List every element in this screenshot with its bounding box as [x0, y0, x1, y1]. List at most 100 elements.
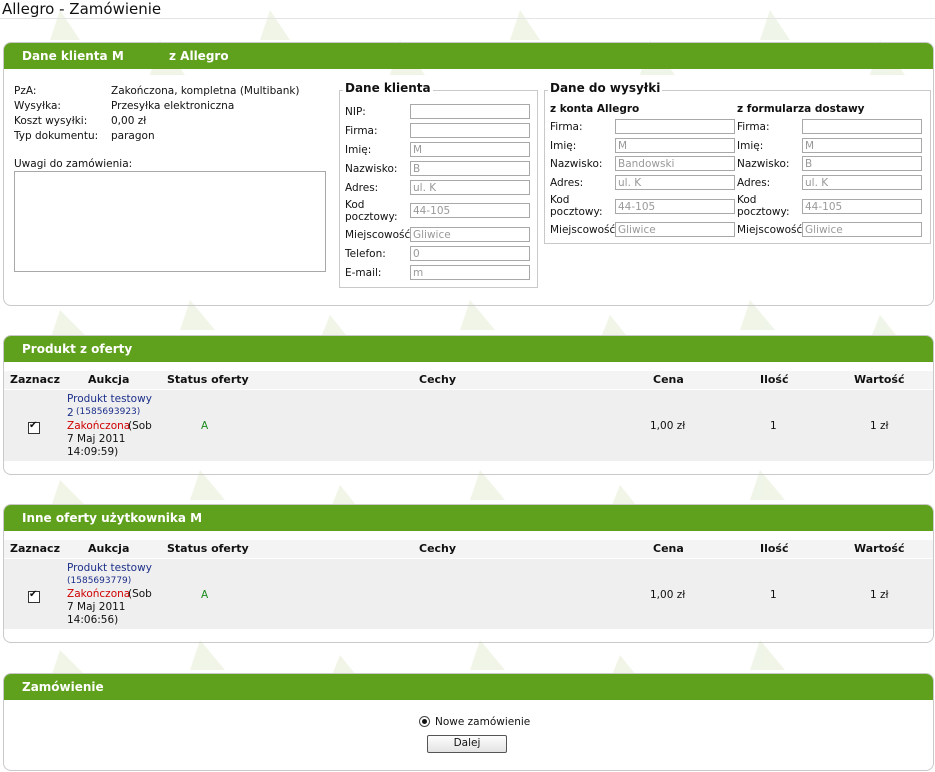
- ship2-address-input[interactable]: ul. K: [802, 175, 922, 190]
- client-label-city: Miejscowość:: [345, 229, 414, 241]
- shipping-col1-title: z konta Allegro: [550, 103, 640, 115]
- col-header-features: Cechy: [419, 542, 457, 555]
- offer-price: 1,00 zł: [650, 420, 686, 432]
- client-label-postal-1: Kod: [345, 199, 365, 211]
- col-header-value: Wartość: [854, 373, 905, 386]
- col-header-auction: Aukcja: [88, 542, 130, 555]
- client-company-input[interactable]: [410, 123, 530, 138]
- page-title: Allegro - Zamówienie: [2, 0, 162, 18]
- ship1-first-name-input[interactable]: M: [615, 138, 735, 153]
- client-panel-header: Dane klienta M z Allegro: [4, 43, 933, 69]
- new-order-radio[interactable]: [419, 716, 430, 727]
- client-data-legend: Dane klienta: [343, 81, 433, 95]
- ship1-label-postal-2: pocztowy:: [550, 206, 603, 218]
- client-label-address: Adres:: [345, 182, 379, 194]
- offer-date-3: 14:09:59): [67, 446, 119, 458]
- client-header-source: z Allegro: [169, 49, 229, 63]
- shipping-legend: Dane do wysyłki: [548, 81, 663, 95]
- ship1-address-input[interactable]: ul. K: [615, 175, 735, 190]
- other-product-link[interactable]: Produkt testowy: [67, 562, 152, 574]
- client-label-postal-2: pocztowy:: [345, 211, 398, 223]
- client-phone-input[interactable]: 0: [410, 246, 530, 261]
- ship2-label-postal-1: Kod: [737, 194, 757, 206]
- ship2-label-company: Firma:: [737, 121, 770, 133]
- other-date-3: 14:06:56): [67, 614, 119, 626]
- client-nip-input[interactable]: [410, 104, 530, 119]
- client-label-nip: NIP:: [345, 106, 366, 118]
- ship2-company-input[interactable]: [802, 119, 922, 134]
- info-value-pza: Zakończona, kompletna (Multibank): [111, 85, 300, 97]
- ship1-city-input[interactable]: Gliwice: [615, 222, 735, 237]
- title-divider: [0, 18, 935, 19]
- ship1-company-input[interactable]: [615, 119, 735, 134]
- ship1-label-last-name: Nazwisko:: [550, 158, 603, 170]
- order-panel: Zamówienie Nowe zamówienie Dalej: [3, 673, 934, 771]
- offer-table-header-row: [4, 371, 933, 389]
- offer-product-link-2[interactable]: 2: [67, 407, 74, 419]
- ship2-label-city: Miejscowość:: [737, 224, 806, 236]
- client-header-name: Dane klienta M: [22, 49, 124, 63]
- info-label-shipping: Wysyłka:: [14, 100, 61, 112]
- other-qty: 1: [770, 589, 777, 601]
- other-date-2: 7 Maj 2011: [67, 601, 126, 613]
- ship1-label-first-name: Imię:: [550, 140, 577, 152]
- offer-panel: Produkt z oferty Zaznacz Aukcja Status o…: [3, 335, 934, 475]
- client-first-name-input[interactable]: M: [410, 142, 530, 157]
- client-address-input[interactable]: ul. K: [410, 180, 530, 195]
- offer-row-checkbox[interactable]: [28, 420, 40, 434]
- client-label-first-name: Imię:: [345, 144, 372, 156]
- shipping-col2-title: z formularza dostawy: [737, 103, 865, 115]
- new-order-label: Nowe zamówienie: [435, 716, 531, 728]
- ship1-postal-input[interactable]: 44-105: [615, 199, 735, 214]
- client-label-email: E-mail:: [345, 267, 382, 279]
- col-header-price: Cena: [653, 373, 684, 386]
- offer-qty: 1: [770, 420, 777, 432]
- other-status-value: A: [201, 589, 209, 601]
- client-postal-input[interactable]: 44-105: [410, 203, 530, 218]
- info-value-shipping-cost: 0,00 zł: [111, 115, 147, 127]
- ship2-city-input[interactable]: Gliwice: [802, 222, 922, 237]
- other-row-checkbox[interactable]: [28, 589, 40, 603]
- ship1-label-address: Adres:: [550, 177, 584, 189]
- next-button[interactable]: Dalej: [427, 735, 507, 753]
- offer-auction-id[interactable]: (1585693923): [76, 407, 140, 417]
- col-header-value: Wartość: [854, 542, 905, 555]
- other-offers-panel-header: Inne oferty użytkownika M: [4, 505, 933, 531]
- other-date-1: (Sob: [128, 588, 152, 600]
- ship2-last-name-input[interactable]: B: [802, 156, 922, 171]
- offer-panel-header: Produkt z oferty: [4, 336, 933, 362]
- offer-value: 1 zł: [870, 420, 889, 432]
- info-label-shipping-cost: Koszt wysyłki:: [14, 115, 88, 127]
- col-header-status: Status oferty: [167, 542, 249, 555]
- ship1-label-city: Miejscowość:: [550, 224, 619, 236]
- client-label-company: Firma:: [345, 125, 378, 137]
- offer-status-value: A: [201, 420, 209, 432]
- notes-label: Uwagi do zamówienia:: [14, 158, 133, 170]
- other-price: 1,00 zł: [650, 589, 686, 601]
- ship1-label-postal-1: Kod: [550, 194, 570, 206]
- other-status-word: Zakończona: [67, 588, 131, 600]
- offer-date-2: 7 Maj 2011: [67, 433, 126, 445]
- info-label-pza: PzA:: [14, 85, 37, 97]
- other-auction-id[interactable]: (1585693779): [67, 576, 131, 586]
- client-label-last-name: Nazwisko:: [345, 163, 398, 175]
- other-offers-panel: Inne oferty użytkownika M Zaznacz Aukcja…: [3, 504, 934, 643]
- ship1-last-name-input[interactable]: Bandowski: [615, 156, 735, 171]
- info-label-doc-type: Typ dokumentu:: [14, 130, 99, 142]
- col-header-qty: Ilość: [760, 373, 789, 386]
- offer-status-word: Zakończona: [67, 420, 131, 432]
- col-header-features: Cechy: [419, 373, 457, 386]
- col-header-auction: Aukcja: [88, 373, 130, 386]
- info-value-doc-type: paragon: [111, 130, 155, 142]
- ship2-first-name-input[interactable]: M: [802, 138, 922, 153]
- other-value: 1 zł: [870, 589, 889, 601]
- ship2-label-first-name: Imię:: [737, 140, 764, 152]
- client-last-name-input[interactable]: B: [410, 161, 530, 176]
- ship2-postal-input[interactable]: 44-105: [802, 199, 922, 214]
- notes-textarea[interactable]: [14, 171, 326, 272]
- client-city-input[interactable]: Gliwice: [410, 227, 530, 242]
- offer-product-link-1[interactable]: Produkt testowy: [67, 393, 152, 405]
- col-header-qty: Ilość: [760, 542, 789, 555]
- client-panel: Dane klienta M z Allegro PzA: Zakończona…: [3, 42, 934, 306]
- client-email-input[interactable]: m: [410, 265, 530, 280]
